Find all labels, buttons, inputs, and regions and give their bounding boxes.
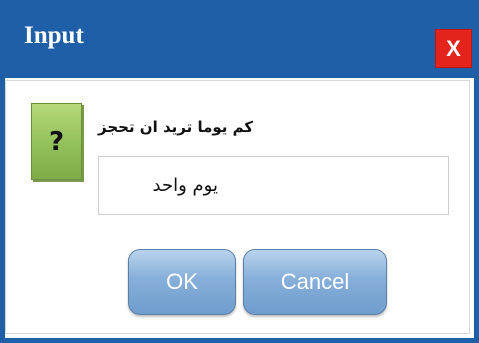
close-icon: X <box>446 35 461 61</box>
close-button[interactable]: X <box>435 29 472 68</box>
prompt-label: كم يوما تريد ان تحجز <box>98 118 254 136</box>
question-icon: ? <box>31 103 82 180</box>
title-bar[interactable]: Input X <box>0 0 479 78</box>
question-mark: ? <box>48 126 65 157</box>
dialog-title: Input <box>24 22 84 49</box>
answer-input[interactable] <box>98 156 449 215</box>
ok-button[interactable]: OK <box>128 249 236 315</box>
cancel-button[interactable]: Cancel <box>243 249 387 315</box>
